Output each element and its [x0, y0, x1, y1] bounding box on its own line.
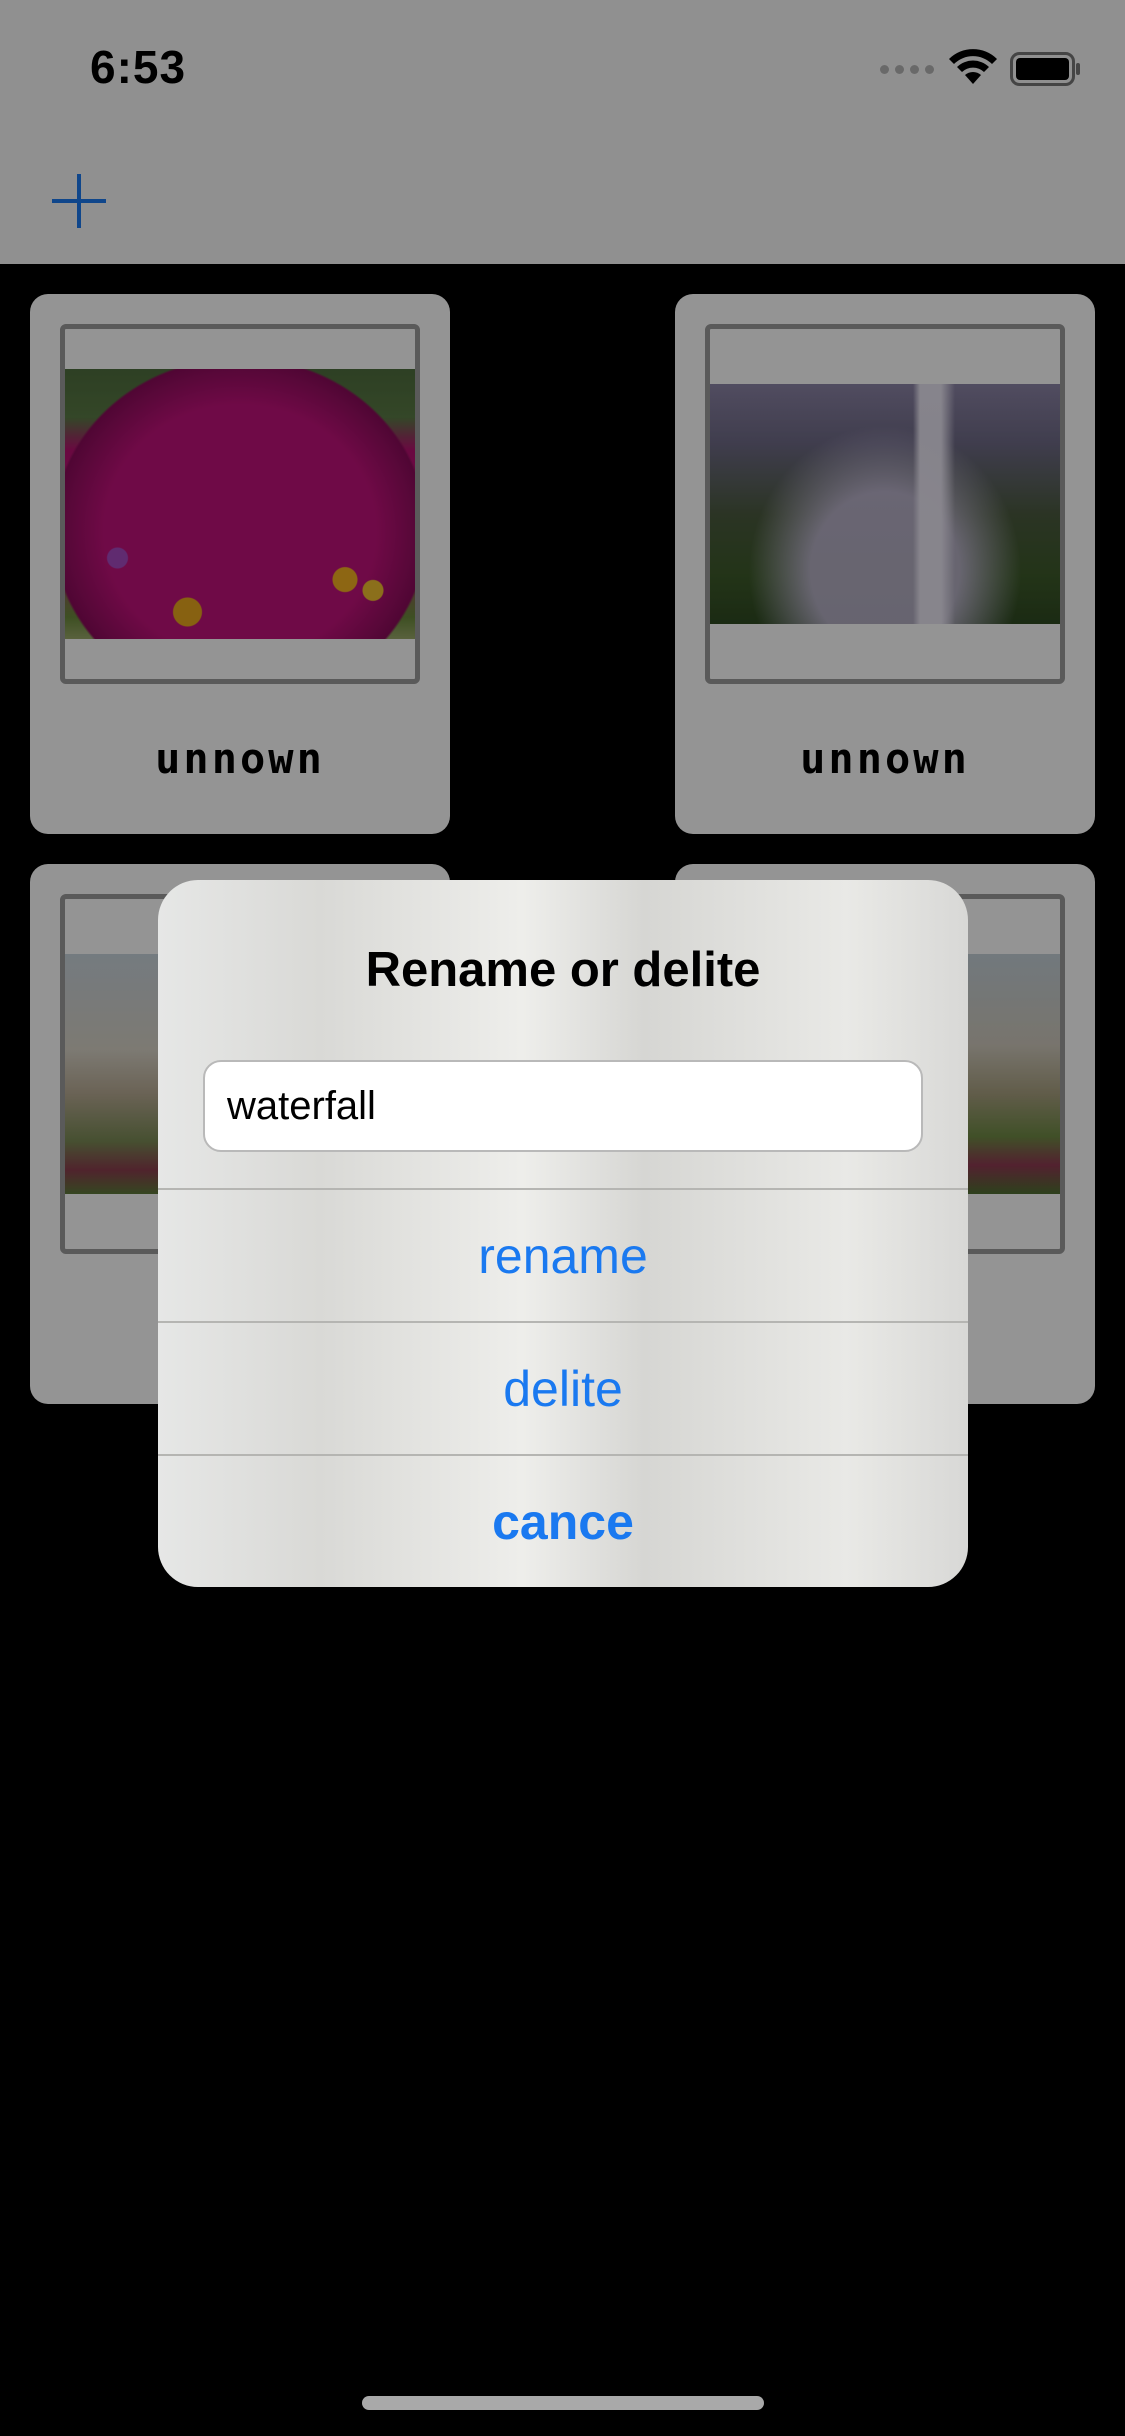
alert-content: Rename or delite waterfall: [158, 880, 968, 1188]
rename-alert-dialog: Rename or delite waterfall rename delite…: [158, 880, 968, 1587]
cancel-button[interactable]: cance: [158, 1454, 968, 1587]
home-indicator[interactable]: [362, 2396, 764, 2410]
rename-text-field[interactable]: waterfall: [203, 1060, 923, 1152]
delite-button[interactable]: delite: [158, 1321, 968, 1454]
rename-button[interactable]: rename: [158, 1188, 968, 1321]
alert-title: Rename or delite: [365, 943, 761, 997]
